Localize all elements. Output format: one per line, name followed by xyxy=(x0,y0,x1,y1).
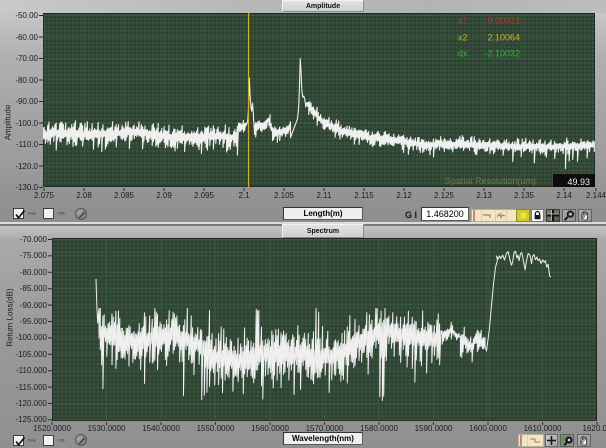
svg-text:x2: x2 xyxy=(458,33,468,43)
svg-text:dx: dx xyxy=(458,49,468,59)
svg-text:49.93: 49.93 xyxy=(567,177,590,187)
svg-text:0.00032: 0.00032 xyxy=(487,16,520,26)
svg-text:Spatial Resolution(um): Spatial Resolution(um) xyxy=(445,176,536,186)
svg-text:2.10064: 2.10064 xyxy=(487,33,520,43)
svg-text:x1: x1 xyxy=(458,16,468,26)
svg-text:-2.10032: -2.10032 xyxy=(484,49,520,59)
